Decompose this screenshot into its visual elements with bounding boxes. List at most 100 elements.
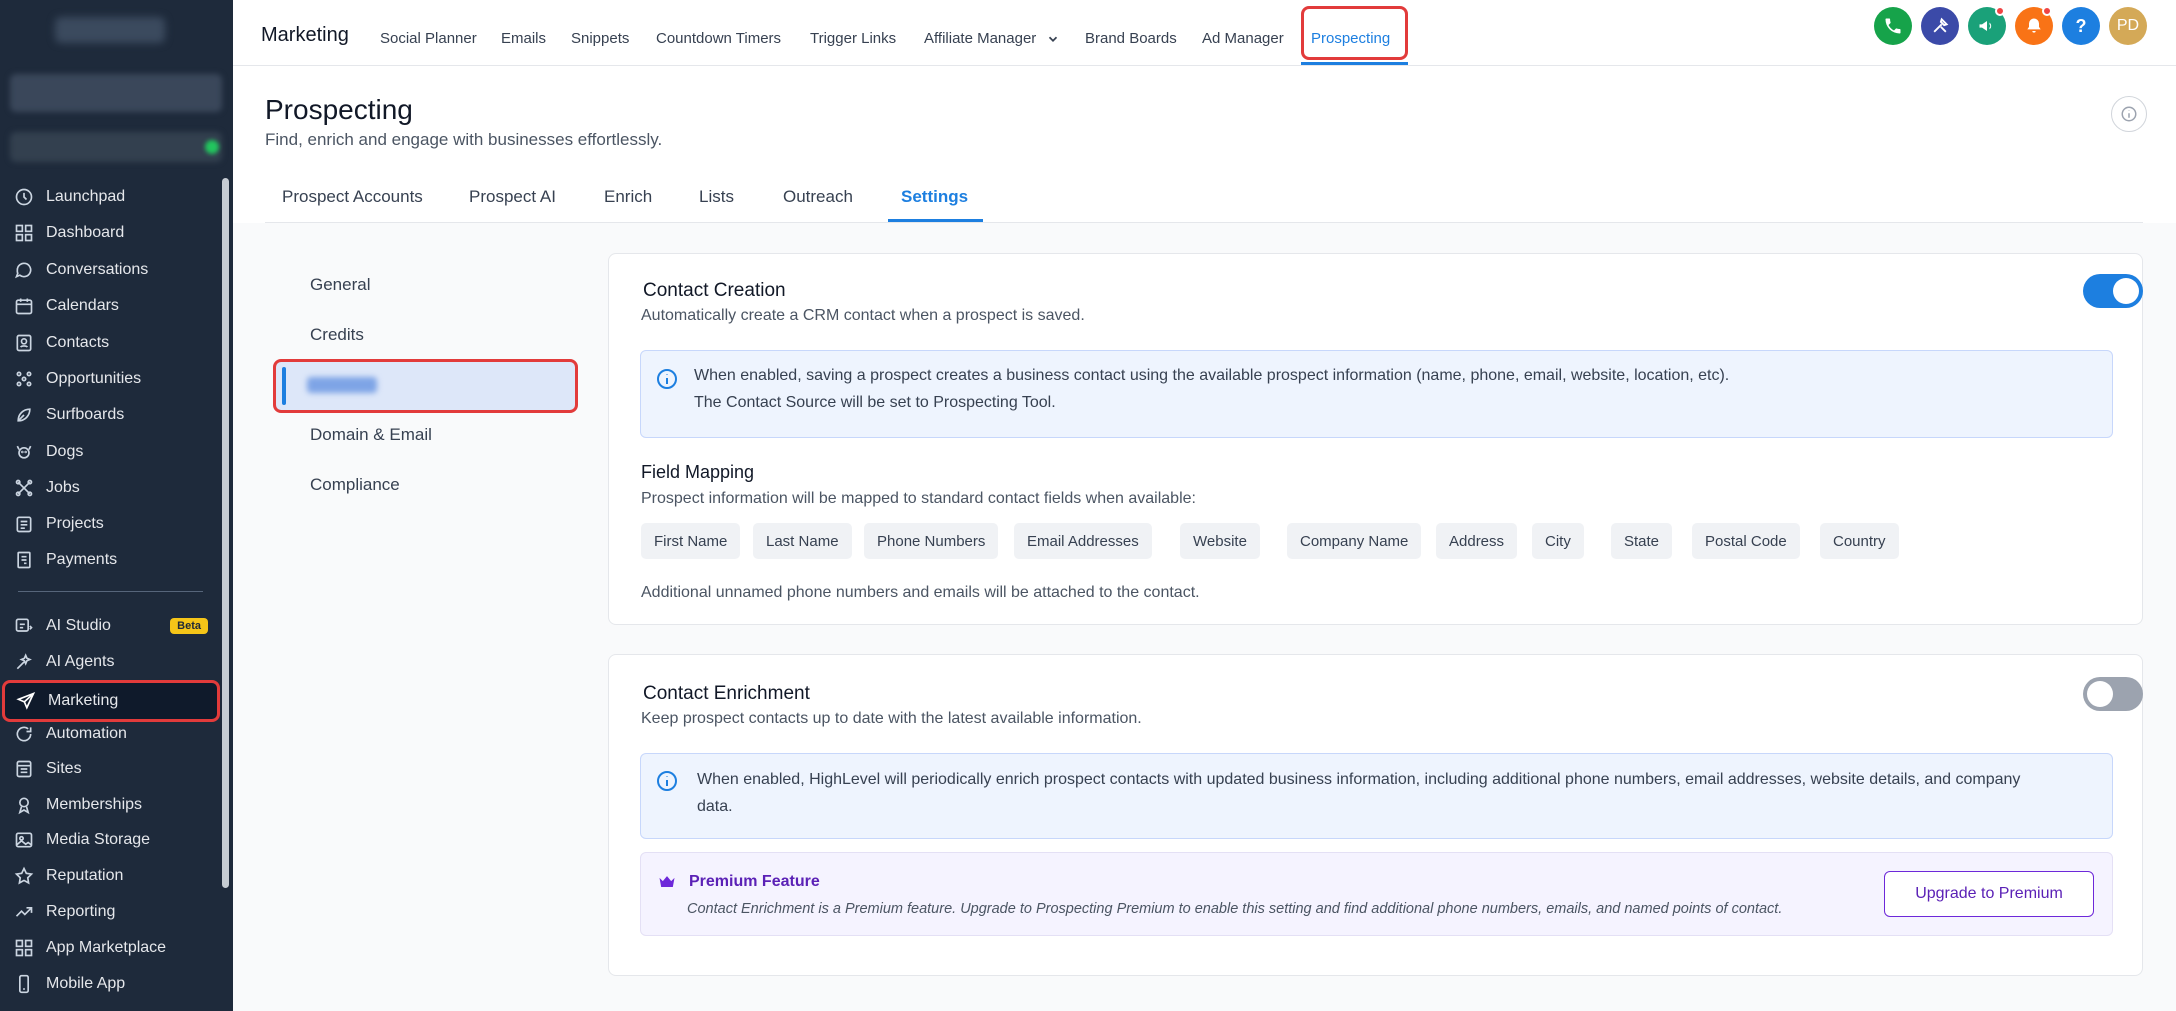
field-chip: State: [1611, 523, 1673, 559]
beta-badge: Beta: [170, 618, 208, 634]
field-chip: Address: [1436, 523, 1518, 559]
sidebar-item-ai-agents[interactable]: AI Agents: [0, 645, 222, 679]
sidebar-item-conversations[interactable]: Conversations: [0, 253, 222, 287]
contact-enrichment-toggle[interactable]: [2083, 677, 2143, 711]
tab-lists[interactable]: Lists: [699, 187, 734, 207]
megaphone-icon: [1979, 21, 1992, 31]
contact-enrichment-description: Keep prospect contacts up to date with t…: [641, 710, 1142, 727]
settings-area: General Credits Domain & Email Complianc…: [233, 223, 2176, 1011]
sidebar-item-memberships[interactable]: Memberships: [0, 788, 222, 822]
notification-dot: [2042, 6, 2052, 16]
launchpad-icon: [15, 188, 33, 206]
dog-icon: [16, 445, 32, 459]
account-switcher[interactable]: [10, 74, 222, 112]
sidebar-item-surfboards[interactable]: Surfboards: [0, 398, 222, 432]
jobs-icon: [15, 479, 33, 497]
settings-nav-general[interactable]: General: [310, 275, 370, 295]
sidebar-item-label: Contacts: [46, 334, 110, 351]
reporting-icon: [15, 907, 33, 917]
field-chip: Email Addresses: [1014, 523, 1152, 559]
sidebar-item-dogs[interactable]: Dogs: [0, 435, 222, 469]
field-chip: Website: [1180, 523, 1260, 559]
nav-emails[interactable]: Emails: [501, 30, 546, 47]
note-line-1: When enabled, saving a prospect creates …: [694, 367, 1730, 384]
settings-nav-credits[interactable]: Credits: [310, 325, 364, 345]
nav-brand-boards[interactable]: Brand Boards: [1085, 30, 1177, 47]
sidebar-item-reporting[interactable]: Reporting: [0, 895, 222, 929]
nav-ad-manager[interactable]: Ad Manager: [1202, 30, 1284, 47]
sidebar-item-ai-studio[interactable]: AI Studio Beta: [0, 609, 222, 643]
sidebar-item-mobile-app[interactable]: Mobile App: [0, 967, 222, 1001]
tab-outreach[interactable]: Outreach: [783, 187, 853, 207]
sidebar-item-label: Dogs: [46, 443, 84, 460]
info-button[interactable]: [2111, 96, 2147, 132]
contact-creation-description: Automatically create a CRM contact when …: [641, 307, 1085, 324]
send-icon: [16, 691, 36, 710]
info-icon: [2121, 106, 2137, 122]
surfboard-icon: [17, 408, 31, 422]
sidebar-item-label: Calendars: [46, 297, 119, 314]
sidebar-item-label: Mobile App: [46, 975, 126, 992]
sidebar-item-payments[interactable]: Payments: [0, 543, 222, 577]
sidebar-item-sites[interactable]: Sites: [0, 752, 222, 786]
contact-creation-card: Contact Creation Automatically create a …: [608, 253, 2143, 625]
section-title: Marketing: [261, 24, 349, 46]
sidebar-item-label: Dashboard: [46, 224, 125, 241]
help-button[interactable]: ?: [2062, 7, 2100, 45]
sidebar-item-marketing[interactable]: Marketing: [2, 680, 220, 722]
upgrade-to-premium-button[interactable]: Upgrade to Premium: [1884, 871, 2094, 917]
active-indicator: [282, 367, 286, 405]
sidebar-item-label: Reporting: [46, 903, 116, 920]
sidebar-item-label: Projects: [46, 515, 104, 532]
nav-trigger-links[interactable]: Trigger Links: [810, 30, 896, 47]
sidebar-item-contacts[interactable]: Contacts: [0, 326, 222, 360]
sidebar-item-app-marketplace[interactable]: App Marketplace: [0, 931, 222, 965]
sidebar-item-reputation[interactable]: Reputation: [0, 859, 222, 893]
sidebar-scrollbar[interactable]: [222, 178, 229, 888]
nav-affiliate-manager[interactable]: Affiliate Manager: [924, 30, 1060, 47]
settings-nav-compliance[interactable]: Compliance: [310, 475, 400, 495]
active-nav-underline: [1301, 62, 1408, 65]
opportunities-icon: [16, 371, 32, 387]
tab-enrich[interactable]: Enrich: [604, 187, 652, 207]
field-chip: Postal Code: [1692, 523, 1800, 559]
sites-icon: [16, 760, 32, 778]
field-mapping-footer: Additional unnamed phone numbers and ema…: [641, 584, 1200, 601]
contact-creation-toggle[interactable]: [2083, 274, 2143, 308]
field-chip: Company Name: [1287, 523, 1422, 559]
settings-nav-domain-email[interactable]: Domain & Email: [310, 425, 432, 445]
note-line-2: data.: [697, 798, 733, 815]
tools-button[interactable]: [1921, 7, 1959, 45]
sidebar-item-launchpad[interactable]: Launchpad: [0, 180, 222, 214]
sidebar-item-dashboard[interactable]: Dashboard: [0, 216, 222, 250]
sidebar-item-label: Jobs: [46, 479, 80, 496]
field-chip: Last Name: [753, 523, 852, 559]
sidebar-item-opportunities[interactable]: Opportunities: [0, 362, 222, 396]
tab-settings[interactable]: Settings: [901, 187, 968, 207]
sidebar-item-jobs[interactable]: Jobs: [0, 471, 222, 505]
tab-prospect-ai[interactable]: Prospect AI: [469, 187, 556, 207]
projects-icon: [16, 516, 32, 533]
nav-countdown-timers[interactable]: Countdown Timers: [656, 30, 781, 47]
toggle-knob: [2113, 278, 2139, 304]
tools-icon: [1933, 17, 1949, 33]
notifications-button[interactable]: [2015, 6, 2053, 45]
nav-social-planner[interactable]: Social Planner: [380, 30, 477, 47]
main-content: Prospecting Find, enrich and engage with…: [233, 66, 2176, 1011]
toggle-knob: [2087, 681, 2113, 707]
settings-nav-contacts[interactable]: [273, 359, 578, 413]
nav-snippets[interactable]: Snippets: [571, 30, 629, 47]
sidebar: Launchpad Dashboard Conversations Calend…: [0, 0, 233, 1011]
sidebar-item-calendars[interactable]: Calendars: [0, 289, 222, 323]
calendar-icon: [15, 298, 33, 315]
tab-prospect-accounts[interactable]: Prospect Accounts: [282, 187, 423, 207]
phone-button[interactable]: [1874, 7, 1912, 45]
sidebar-item-automation[interactable]: Automation: [0, 717, 222, 751]
avatar[interactable]: PD: [2109, 7, 2147, 45]
announcements-button[interactable]: [1968, 6, 2006, 45]
search-bar[interactable]: [10, 132, 222, 162]
nav-prospecting[interactable]: Prospecting: [1311, 30, 1390, 47]
sidebar-item-media-storage[interactable]: Media Storage: [0, 823, 222, 857]
contact-creation-info-note: When enabled, saving a prospect creates …: [640, 350, 2113, 438]
sidebar-item-projects[interactable]: Projects: [0, 507, 222, 541]
